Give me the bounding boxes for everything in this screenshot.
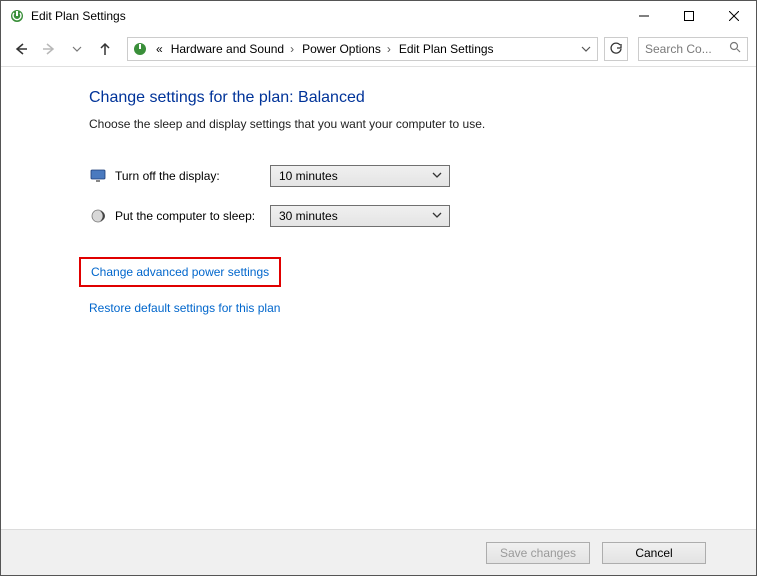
chevron-down-icon xyxy=(429,209,445,223)
recent-locations-button[interactable] xyxy=(65,37,89,61)
content-area: Change settings for the plan: Balanced C… xyxy=(1,67,756,529)
dropdown-value: 30 minutes xyxy=(279,209,429,223)
nav-toolbar: « Hardware and Sound › Power Options › E… xyxy=(1,31,756,67)
turn-off-display-label: Turn off the display: xyxy=(115,169,270,183)
address-bar[interactable]: « Hardware and Sound › Power Options › E… xyxy=(127,37,598,61)
display-icon xyxy=(89,167,107,185)
breadcrumb-label: Hardware and Sound xyxy=(171,42,284,56)
up-button[interactable] xyxy=(93,37,117,61)
back-button[interactable] xyxy=(9,37,33,61)
breadcrumb-more[interactable]: « xyxy=(152,38,167,60)
search-icon xyxy=(729,41,741,56)
refresh-button[interactable] xyxy=(604,37,628,61)
save-changes-button[interactable]: Save changes xyxy=(486,542,590,564)
turn-off-display-dropdown[interactable]: 10 minutes xyxy=(270,165,450,187)
highlight-box: Change advanced power settings xyxy=(79,257,281,287)
row-turn-off-display: Turn off the display: 10 minutes xyxy=(89,165,756,187)
sleep-icon xyxy=(89,207,107,225)
chevron-right-icon: › xyxy=(387,42,391,56)
window-title: Edit Plan Settings xyxy=(31,9,126,23)
footer-bar: Save changes Cancel xyxy=(1,529,756,575)
breadcrumb-more-label: « xyxy=(156,42,163,56)
put-computer-to-sleep-label: Put the computer to sleep: xyxy=(115,209,270,223)
maximize-button[interactable] xyxy=(666,2,711,31)
search-placeholder: Search Co... xyxy=(645,42,729,56)
chevron-right-icon: › xyxy=(290,42,294,56)
breadcrumb-edit-plan-settings[interactable]: Edit Plan Settings xyxy=(395,38,498,60)
row-put-computer-to-sleep: Put the computer to sleep: 30 minutes xyxy=(89,205,756,227)
breadcrumb-power-options[interactable]: Power Options › xyxy=(298,38,395,60)
settings-block: Turn off the display: 10 minutes Put the… xyxy=(89,165,756,227)
power-options-icon xyxy=(9,8,25,24)
minimize-button[interactable] xyxy=(621,2,666,31)
titlebar: Edit Plan Settings xyxy=(1,1,756,31)
page-heading: Change settings for the plan: Balanced xyxy=(89,89,756,107)
links-block: Change advanced power settings Restore d… xyxy=(89,257,756,315)
chevron-down-icon xyxy=(429,169,445,183)
address-dropdown[interactable] xyxy=(577,38,595,60)
search-input[interactable]: Search Co... xyxy=(638,37,748,61)
page-subtext: Choose the sleep and display settings th… xyxy=(89,117,756,131)
forward-button[interactable] xyxy=(37,37,61,61)
restore-default-settings-link[interactable]: Restore default settings for this plan xyxy=(89,301,756,315)
put-computer-to-sleep-dropdown[interactable]: 30 minutes xyxy=(270,205,450,227)
dropdown-value: 10 minutes xyxy=(279,169,429,183)
breadcrumb-hardware-and-sound[interactable]: Hardware and Sound › xyxy=(167,38,298,60)
power-options-icon xyxy=(132,41,148,57)
change-advanced-power-settings-link[interactable]: Change advanced power settings xyxy=(91,265,269,279)
breadcrumb-label: Edit Plan Settings xyxy=(399,42,494,56)
cancel-button[interactable]: Cancel xyxy=(602,542,706,564)
breadcrumb-label: Power Options xyxy=(302,42,381,56)
close-button[interactable] xyxy=(711,2,756,31)
